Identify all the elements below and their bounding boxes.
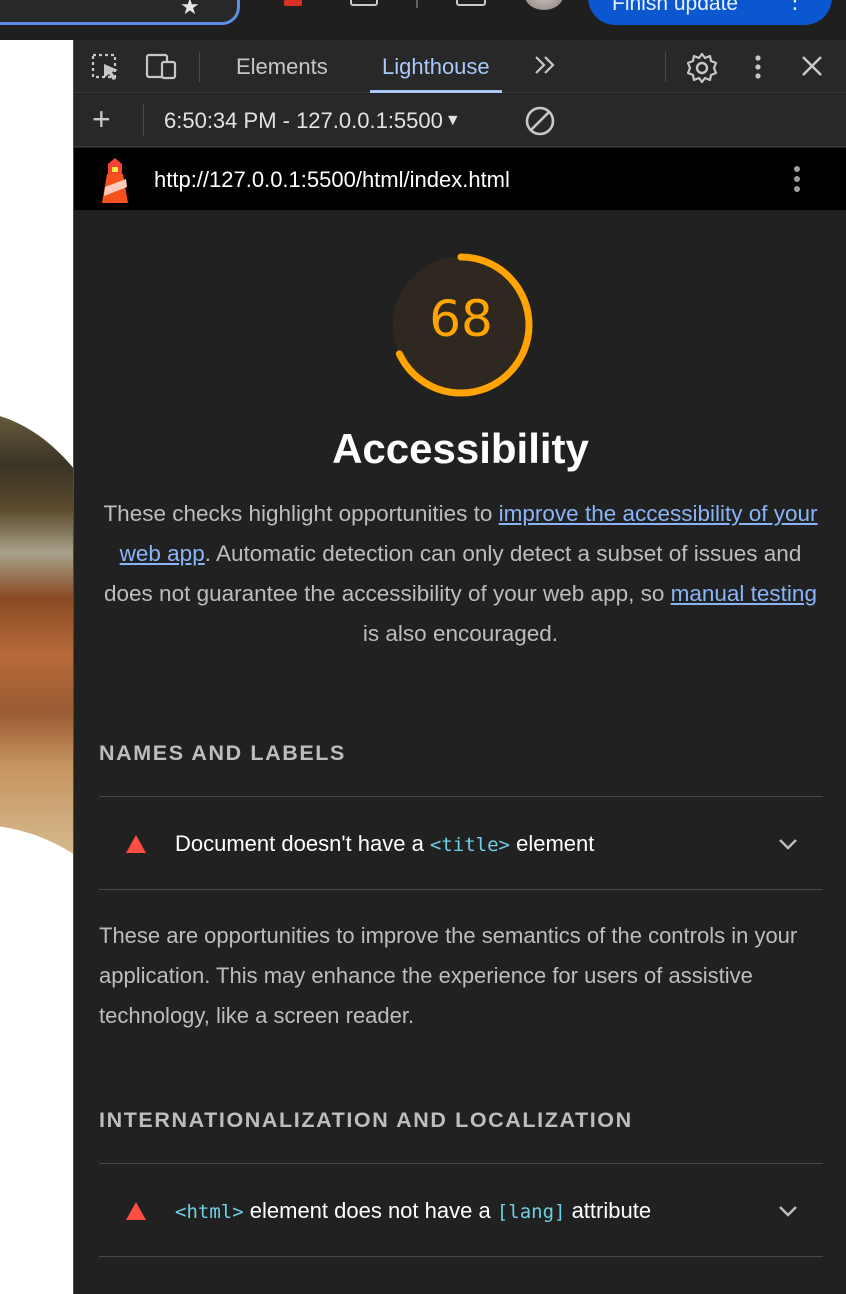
report-url-bar: http://127.0.0.1:5500/html/index.html (74, 148, 846, 210)
device-toolbar-icon[interactable] (144, 52, 180, 82)
side-panel-icon[interactable] (456, 0, 486, 6)
fail-triangle-icon (126, 1202, 146, 1220)
lighthouse-toolbar: + 6:50:34 PM - 127.0.0.1:5500 ▼ (74, 94, 846, 147)
devtools-panel: Elements Lighthouse + 6:50:34 PM - 127.0… (73, 40, 846, 1294)
chevron-down-icon[interactable] (777, 1200, 799, 1222)
tab-lighthouse[interactable]: Lighthouse (370, 40, 502, 93)
address-bar[interactable] (0, 0, 240, 25)
lighthouse-logo-icon (102, 158, 128, 203)
settings-icon[interactable] (686, 52, 718, 84)
toolbar-divider (143, 104, 144, 136)
description-text: is also encouraged. (362, 621, 559, 646)
finish-update-button[interactable]: Finish update ⋮ (588, 0, 832, 25)
audit-text-part: Document doesn't have a (175, 831, 430, 856)
bookmark-star-icon[interactable]: ★ (180, 0, 200, 20)
audit-html-lang[interactable]: <html> element does not have a [lang] at… (99, 1163, 823, 1257)
audit-code-part: [lang] (496, 1201, 566, 1223)
dropdown-arrow-icon: ▼ (444, 112, 461, 129)
devtools-tabbar: Elements Lighthouse (74, 40, 846, 93)
audit-code-part: <title> (429, 834, 510, 856)
report-url: http://127.0.0.1:5500/html/index.html (154, 167, 510, 192)
score-value: 68 (429, 290, 493, 348)
profile-avatar[interactable] (525, 0, 563, 10)
group-title-names-and-labels: NAMES AND LABELS (99, 741, 346, 765)
add-report-icon[interactable]: + (92, 103, 111, 135)
clear-all-icon[interactable] (524, 105, 556, 137)
more-options-icon[interactable] (750, 52, 766, 82)
category-description: These checks highlight opportunities to … (98, 494, 823, 654)
tab-search-icon[interactable] (350, 0, 378, 6)
audit-text-part: element (510, 831, 595, 856)
toolbar-divider (416, 0, 418, 8)
audit-text-part: attribute (565, 1198, 652, 1223)
browser-menu-icon[interactable]: ⋮ (784, 0, 806, 14)
tabbar-divider (665, 52, 666, 82)
close-icon[interactable] (798, 52, 826, 80)
inspect-element-icon[interactable] (90, 52, 122, 82)
audit-title: Document doesn't have a <title> element (175, 831, 594, 857)
audit-text-part: element does not have a (243, 1198, 497, 1223)
page-viewport (0, 40, 73, 1294)
group-description: These are opportunities to improve the s… (99, 923, 798, 1028)
audit-title: <html> element does not have a [lang] at… (175, 1198, 651, 1224)
audit-document-title[interactable]: Document doesn't have a <title> element (99, 796, 823, 890)
finish-update-label: Finish update (612, 0, 739, 15)
lighthouse-report: 68 Accessibility These checks highlight … (74, 211, 846, 1294)
manual-testing-link[interactable]: manual testing (671, 581, 817, 606)
tabbar-divider (199, 52, 200, 82)
audit-code-part: <html> (175, 1201, 244, 1223)
chevron-down-icon[interactable] (777, 833, 799, 855)
more-tabs-icon[interactable] (532, 52, 558, 85)
report-selector-label: 6:50:34 PM - 127.0.0.1:5500 (164, 108, 443, 133)
fail-triangle-icon (126, 835, 146, 853)
tab-elements[interactable]: Elements (236, 54, 328, 80)
browser-toolbar: ★ Finish update ⋮ (0, 0, 846, 40)
report-menu-icon[interactable] (790, 162, 804, 196)
page-illustration (0, 416, 73, 854)
group-description: These are opportunities to improve the i… (99, 1283, 823, 1294)
description-text: These checks highlight opportunities to (103, 501, 499, 526)
report-selector[interactable]: 6:50:34 PM - 127.0.0.1:5500 ▼ (164, 108, 461, 134)
group-title-internationalization: INTERNATIONALIZATION AND LOCALIZATION (99, 1108, 633, 1132)
category-title: Accessibility (332, 425, 589, 472)
extension-icon[interactable] (284, 0, 302, 6)
